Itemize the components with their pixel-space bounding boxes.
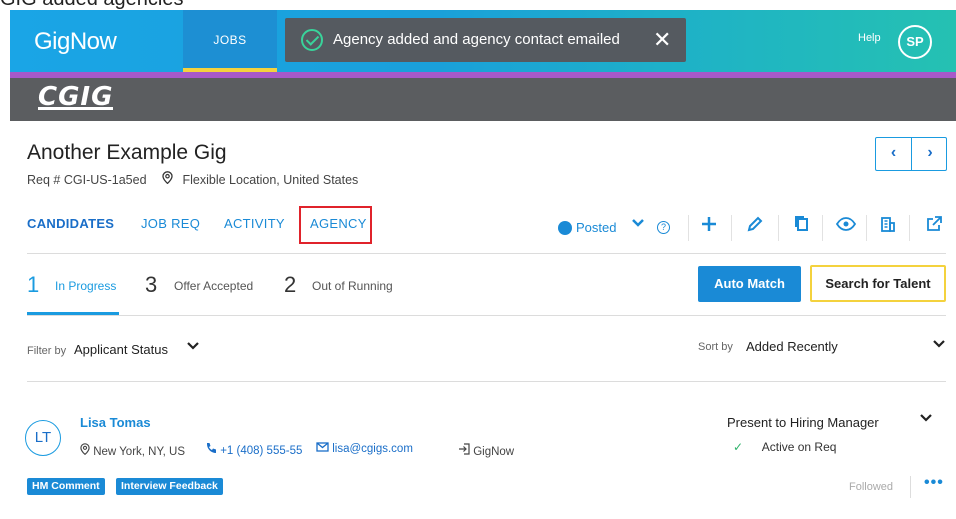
edit-pencil-icon[interactable]: [746, 215, 764, 238]
candidate-location: New York, NY, US: [80, 443, 185, 458]
candidate-email[interactable]: lisa@cgigs.com: [316, 442, 413, 455]
status-posted[interactable]: Posted: [576, 220, 616, 235]
next-gig-button[interactable]: ›: [912, 138, 948, 170]
chevron-down-icon[interactable]: [186, 339, 200, 357]
mail-icon: [316, 442, 332, 455]
tab-activity[interactable]: ACTIVITY: [224, 216, 285, 231]
pipeline-tab-in-progress[interactable]: In Progress: [55, 279, 116, 293]
toolbar-divider: [731, 215, 732, 241]
help-circle-icon[interactable]: ?: [657, 221, 670, 234]
candidate-stage[interactable]: Present to Hiring Manager: [727, 415, 879, 430]
tab-candidates[interactable]: CANDIDATES: [27, 216, 114, 231]
toolbar-divider: [909, 215, 910, 241]
candidate-req-status-text: Active on Req: [761, 440, 837, 454]
add-icon[interactable]: [700, 215, 718, 238]
candidate-phone-text: +1 (408) 555-55: [220, 445, 303, 457]
check-icon: ✓: [733, 440, 744, 454]
gig-title: Another Example Gig: [27, 141, 227, 164]
sort-added-recently[interactable]: Added Recently: [746, 339, 838, 354]
location-pin-icon: [80, 443, 93, 458]
pipeline-divider: [27, 315, 946, 316]
auto-match-button[interactable]: Auto Match: [698, 266, 801, 302]
toolbar-divider: [822, 215, 823, 241]
copy-icon[interactable]: [794, 215, 810, 238]
filter-applicant-status[interactable]: Applicant Status: [74, 342, 168, 357]
candidate-phone[interactable]: +1 (408) 555-55: [205, 442, 302, 457]
building-icon[interactable]: [880, 215, 896, 238]
nav-jobs[interactable]: JOBS: [183, 10, 277, 72]
close-icon[interactable]: ✕: [653, 27, 671, 53]
user-avatar[interactable]: SP: [898, 25, 932, 59]
phone-icon: [205, 443, 220, 457]
candidate-avatar[interactable]: LT: [25, 420, 61, 456]
pipeline-count-in-progress[interactable]: 1: [27, 272, 39, 298]
pipeline-count-offer-accepted[interactable]: 3: [145, 272, 157, 298]
eye-icon[interactable]: [835, 215, 857, 238]
sign-in-icon: [458, 443, 473, 458]
candidate-req-status: ✓ Active on Req: [733, 440, 836, 454]
location-pin-icon: [162, 171, 173, 187]
pipeline-tab-out-of-running[interactable]: Out of Running: [312, 279, 393, 293]
followed-status[interactable]: Followed: [849, 481, 893, 493]
more-options-icon[interactable]: •••: [924, 474, 944, 492]
help-link[interactable]: Help: [858, 32, 881, 44]
tag-interview-feedback[interactable]: Interview Feedback: [116, 478, 223, 495]
req-id: CGI-US-1a5ed: [63, 173, 147, 187]
filter-by-label: Filter by: [27, 345, 67, 357]
chevron-down-icon[interactable]: [630, 215, 646, 236]
tabs-divider: [27, 253, 946, 254]
candidate-email-text: lisa@cgigs.com: [332, 443, 413, 455]
candidate-source: GigNow: [458, 443, 514, 458]
check-circle-icon: [301, 29, 323, 51]
pipeline-count-out-of-running[interactable]: 2: [284, 272, 296, 298]
cgig-logo: CGIG: [38, 82, 114, 112]
candidate-name[interactable]: Lisa Tomas: [80, 415, 151, 430]
chevron-down-icon[interactable]: [919, 411, 933, 429]
pipeline-tab-offer-accepted[interactable]: Offer Accepted: [174, 279, 253, 293]
candidate-location-text: New York, NY, US: [93, 446, 186, 458]
req-label: Req #: [27, 173, 61, 187]
toolbar-divider: [778, 215, 779, 241]
share-icon[interactable]: [925, 215, 943, 238]
success-toast: Agency added and agency contact emailed …: [285, 18, 686, 62]
gig-pager: ‹ ›: [875, 137, 947, 171]
brand-band: CGIG: [10, 78, 956, 121]
search-for-talent-button[interactable]: Search for Talent: [810, 265, 946, 302]
previous-gig-button[interactable]: ‹: [876, 138, 912, 170]
more-divider: [910, 476, 911, 498]
tab-job-req[interactable]: JOB REQ: [141, 216, 200, 231]
gig-location: Flexible Location, United States: [182, 173, 359, 187]
toast-message: Agency added and agency contact emailed: [333, 31, 620, 48]
gignow-logo[interactable]: GigNow: [34, 28, 117, 56]
sort-by-label: Sort by: [698, 341, 733, 353]
gig-subtitle: Req # CGI-US-1a5ed Flexible Location, Un…: [27, 171, 358, 187]
filter-divider: [27, 381, 946, 382]
tag-hm-comment[interactable]: HM Comment: [27, 478, 105, 495]
toolbar-divider: [688, 215, 689, 241]
nav-jobs-label: JOBS: [213, 33, 247, 47]
agency-tab-highlight: [299, 206, 372, 244]
caption: GIG added agencies: [0, 0, 956, 10]
chevron-down-icon[interactable]: [932, 337, 946, 355]
candidate-source-text: GigNow: [473, 446, 515, 458]
toolbar-divider: [866, 215, 867, 241]
status-dot-icon: [558, 221, 572, 235]
